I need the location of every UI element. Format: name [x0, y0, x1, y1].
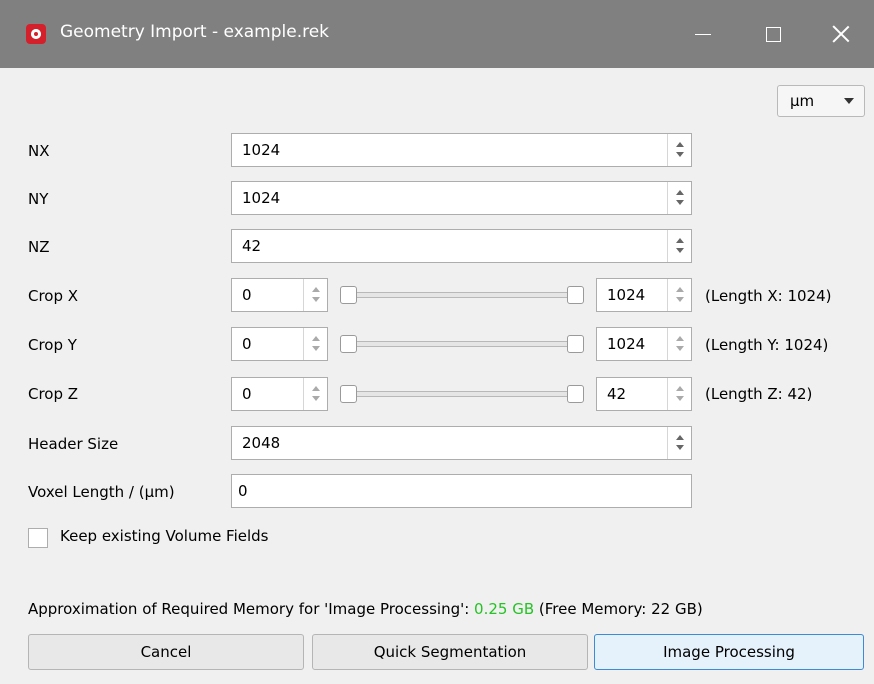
nx-label: NX	[28, 142, 50, 160]
image-processing-button[interactable]: Image Processing	[594, 634, 864, 670]
header-size-label: Header Size	[28, 435, 119, 453]
crop-x-label: Crop X	[28, 287, 79, 305]
minimize-icon	[695, 33, 711, 35]
crop-z-label: Crop Z	[28, 385, 79, 403]
window-title: Geometry Import - example.rek	[60, 22, 330, 42]
crop-x-max-spinner[interactable]	[667, 279, 691, 311]
crop-y-min-spinner[interactable]	[303, 328, 327, 360]
crop-x-max-input[interactable]: 1024	[596, 278, 692, 312]
crop-x-start-handle[interactable]	[340, 286, 357, 304]
ny-value: 1024	[242, 189, 281, 207]
crop-z-slider[interactable]	[338, 377, 588, 411]
crop-y-end-handle[interactable]	[567, 335, 584, 353]
crop-x-max-value: 1024	[607, 286, 646, 304]
voxel-length-label: Voxel Length / (µm)	[28, 483, 175, 501]
nz-input[interactable]: 42	[231, 229, 692, 263]
crop-z-end-handle[interactable]	[567, 385, 584, 403]
unit-select-value: µm	[790, 92, 815, 110]
close-button[interactable]	[808, 0, 874, 68]
ny-label: NY	[28, 190, 49, 208]
length-y-label: (Length Y: 1024)	[705, 336, 829, 354]
title-bar: Geometry Import - example.rek	[0, 0, 874, 68]
maximize-icon	[765, 26, 781, 42]
crop-x-min-input[interactable]: 0	[231, 278, 328, 312]
minimize-button[interactable]	[668, 0, 738, 68]
voxel-length-input[interactable]: 0	[231, 474, 692, 508]
close-icon	[832, 25, 850, 43]
voxel-length-value: 0	[238, 482, 248, 500]
memory-prefix: Approximation of Required Memory for 'Im…	[28, 600, 475, 618]
crop-z-min-input[interactable]: 0	[231, 377, 328, 411]
cancel-button[interactable]: Cancel	[28, 634, 304, 670]
chevron-down-icon	[844, 98, 854, 104]
memory-value: 0.25 GB	[474, 600, 535, 618]
crop-y-max-value: 1024	[607, 335, 646, 353]
ny-input[interactable]: 1024	[231, 181, 692, 215]
crop-x-slider[interactable]	[338, 278, 588, 312]
crop-y-min-input[interactable]: 0	[231, 327, 328, 361]
slider-track	[346, 391, 580, 397]
header-size-spinner[interactable]	[667, 427, 691, 459]
nx-spinner[interactable]	[667, 134, 691, 166]
header-size-value: 2048	[242, 434, 281, 452]
nx-input[interactable]: 1024	[231, 133, 692, 167]
nx-value: 1024	[242, 141, 281, 159]
crop-z-max-value: 42	[607, 385, 627, 403]
crop-x-end-handle[interactable]	[567, 286, 584, 304]
unit-select[interactable]: µm	[777, 85, 865, 117]
crop-z-start-handle[interactable]	[340, 385, 357, 403]
memory-suffix: (Free Memory: 22 GB)	[534, 600, 703, 618]
slider-track	[346, 292, 580, 298]
crop-x-min-value: 0	[242, 286, 252, 304]
slider-track	[346, 341, 580, 347]
crop-z-max-input[interactable]: 42	[596, 377, 692, 411]
maximize-button[interactable]	[738, 0, 808, 68]
keep-volume-fields-label: Keep existing Volume Fields	[60, 527, 269, 545]
nz-label: NZ	[28, 238, 50, 256]
nz-spinner[interactable]	[667, 230, 691, 262]
length-x-label: (Length X: 1024)	[705, 287, 832, 305]
quick-segmentation-button[interactable]: Quick Segmentation	[312, 634, 588, 670]
app-logo-icon	[26, 24, 46, 44]
crop-y-slider[interactable]	[338, 327, 588, 361]
nz-value: 42	[242, 237, 262, 255]
keep-volume-fields-checkbox[interactable]	[28, 528, 48, 548]
ny-spinner[interactable]	[667, 182, 691, 214]
crop-y-label: Crop Y	[28, 336, 77, 354]
length-z-label: (Length Z: 42)	[705, 385, 813, 403]
crop-y-min-value: 0	[242, 335, 252, 353]
crop-x-min-spinner[interactable]	[303, 279, 327, 311]
crop-z-max-spinner[interactable]	[667, 378, 691, 410]
crop-y-max-spinner[interactable]	[667, 328, 691, 360]
crop-y-max-input[interactable]: 1024	[596, 327, 692, 361]
memory-info: Approximation of Required Memory for 'Im…	[28, 600, 703, 618]
header-size-input[interactable]: 2048	[231, 426, 692, 460]
crop-y-start-handle[interactable]	[340, 335, 357, 353]
crop-z-min-spinner[interactable]	[303, 378, 327, 410]
crop-z-min-value: 0	[242, 385, 252, 403]
